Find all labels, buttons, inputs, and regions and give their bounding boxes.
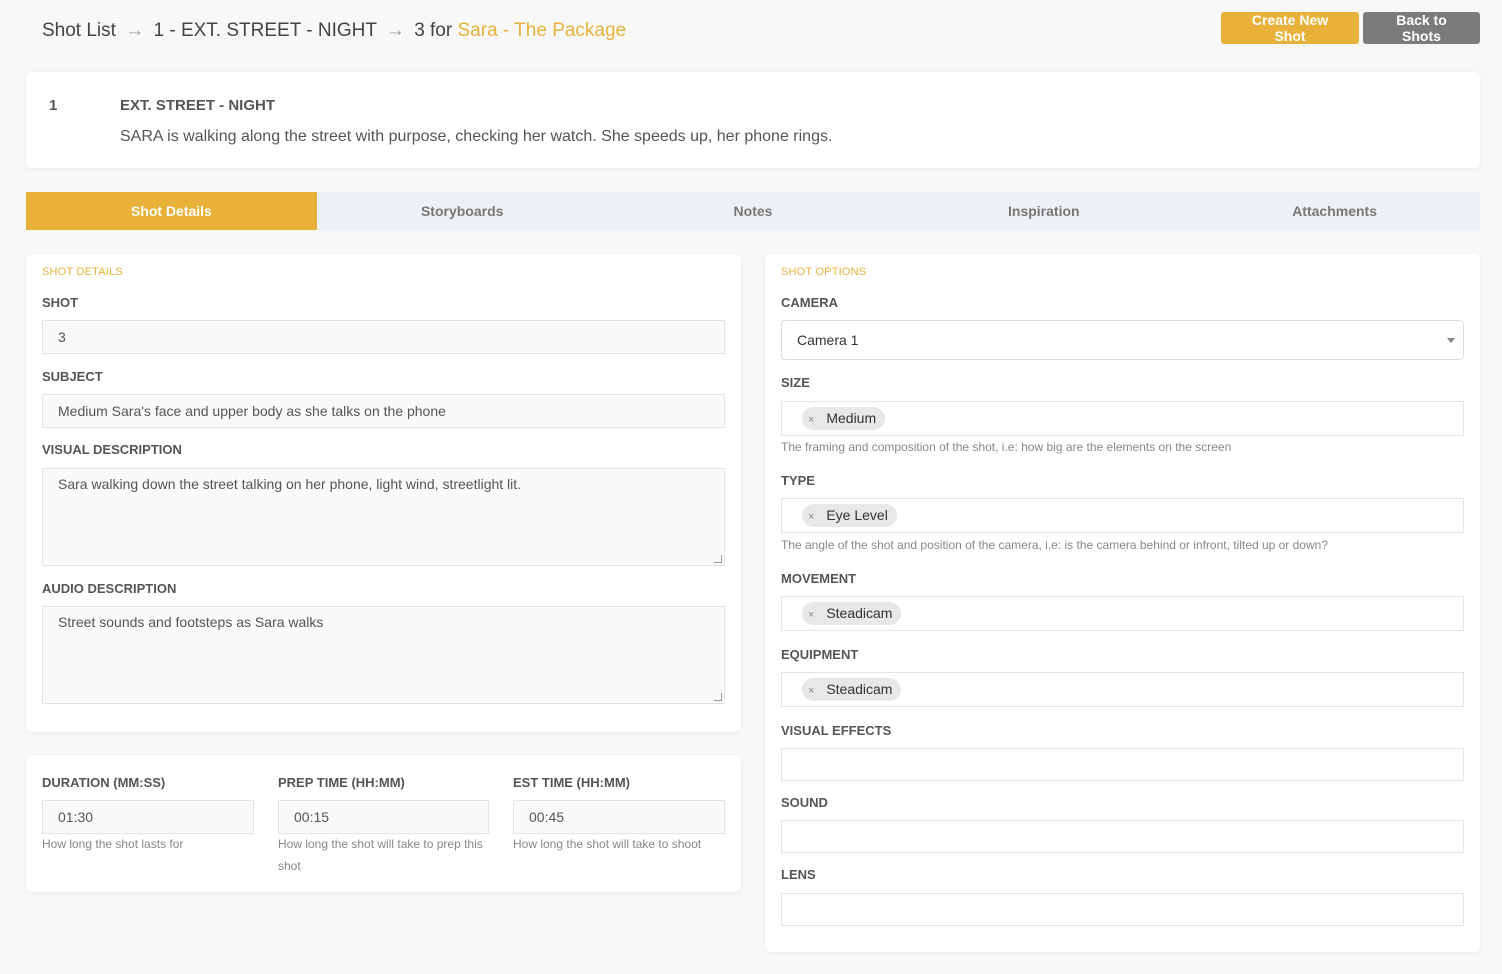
shot-options-panel: SHOT OPTIONS CAMERA Camera 1 SIZE × Medi… xyxy=(765,254,1480,952)
breadcrumb-arrow-icon: → xyxy=(125,20,145,41)
movement-tag-label: Steadicam xyxy=(826,605,893,621)
camera-selected-value: Camera 1 xyxy=(797,332,859,348)
prep-time-input[interactable]: 00:15 xyxy=(278,800,489,834)
duration-label: DURATION (MM:SS) xyxy=(42,775,166,790)
shot-label: SHOT xyxy=(42,295,79,310)
shot-details-panel: SHOT DETAILS SHOT 3 SUBJECT Medium Sara'… xyxy=(26,254,741,732)
duration-input[interactable]: 01:30 xyxy=(42,800,254,834)
camera-label: CAMERA xyxy=(781,295,839,310)
size-multiselect[interactable]: × Medium xyxy=(781,401,1464,436)
breadcrumb: Shot List → 1 - EXT. STREET - NIGHT → 3 … xyxy=(42,20,626,42)
page-header: Shot List → 1 - EXT. STREET - NIGHT → 3 … xyxy=(42,12,1480,52)
audio-description-label: AUDIO DESCRIPTION xyxy=(42,581,177,596)
duration-help: How long the shot lasts for xyxy=(42,837,184,851)
audio-description-text: Street sounds and footsteps as Sara walk… xyxy=(58,614,324,630)
est-time-input[interactable]: 00:45 xyxy=(513,800,725,834)
resize-handle-icon[interactable] xyxy=(714,693,722,701)
est-time-label: EST TIME (HH:MM) xyxy=(513,775,630,790)
visual-effects-input[interactable] xyxy=(781,748,1464,781)
visual-description-label: VISUAL DESCRIPTION xyxy=(42,442,182,457)
type-help: The angle of the shot and position of th… xyxy=(781,538,1328,552)
breadcrumb-arrow-icon: → xyxy=(385,20,405,41)
camera-select[interactable]: Camera 1 xyxy=(781,320,1464,360)
visual-description-text: Sara walking down the street talking on … xyxy=(58,476,522,492)
breadcrumb-shot: 3 for xyxy=(414,20,453,41)
est-time-help: How long the shot will take to shoot xyxy=(513,837,702,851)
sound-input[interactable] xyxy=(781,820,1464,853)
size-tag: × Medium xyxy=(802,407,886,430)
remove-tag-icon[interactable]: × xyxy=(808,414,814,426)
remove-tag-icon[interactable]: × xyxy=(808,511,814,523)
remove-tag-icon[interactable]: × xyxy=(808,685,814,697)
breadcrumb-scene[interactable]: 1 - EXT. STREET - NIGHT xyxy=(154,20,377,41)
size-label: SIZE xyxy=(781,375,810,390)
audio-description-textarea[interactable]: Street sounds and footsteps as Sara walk… xyxy=(42,606,725,704)
visual-effects-label: VISUAL EFFECTS xyxy=(781,723,892,738)
shot-options-title: SHOT OPTIONS xyxy=(781,266,867,278)
equipment-tag-label: Steadicam xyxy=(826,681,893,697)
visual-description-textarea[interactable]: Sara walking down the street talking on … xyxy=(42,468,725,566)
movement-multiselect[interactable]: × Steadicam xyxy=(781,596,1464,631)
type-tag-label: Eye Level xyxy=(826,507,888,523)
lens-input[interactable] xyxy=(781,893,1464,926)
movement-tag: × Steadicam xyxy=(802,602,902,625)
prep-time-help: How long the shot will take to prep this… xyxy=(278,837,483,873)
tab-bar: Shot Details Storyboards Notes Inspirati… xyxy=(26,192,1480,230)
chevron-down-icon xyxy=(1447,338,1455,343)
subject-input[interactable]: Medium Sara's face and upper body as she… xyxy=(42,394,725,428)
tab-shot-details[interactable]: Shot Details xyxy=(26,192,317,230)
equipment-multiselect[interactable]: × Steadicam xyxy=(781,672,1464,707)
timing-panel: DURATION (MM:SS) 01:30 How long the shot… xyxy=(26,756,741,892)
tab-inspiration[interactable]: Inspiration xyxy=(898,192,1189,230)
size-tag-label: Medium xyxy=(826,410,877,426)
shot-details-title: SHOT DETAILS xyxy=(42,266,123,278)
prep-time-label: PREP TIME (HH:MM) xyxy=(278,775,405,790)
type-label: TYPE xyxy=(781,473,815,488)
breadcrumb-root[interactable]: Shot List xyxy=(42,20,116,41)
equipment-tag: × Steadicam xyxy=(802,678,902,701)
movement-label: MOVEMENT xyxy=(781,571,857,586)
subject-label: SUBJECT xyxy=(42,369,103,384)
tab-attachments[interactable]: Attachments xyxy=(1189,192,1480,230)
sound-label: SOUND xyxy=(781,795,828,810)
tab-notes[interactable]: Notes xyxy=(608,192,899,230)
breadcrumb-project[interactable]: Sara - The Package xyxy=(458,20,627,41)
scene-card: 1 EXT. STREET - NIGHT SARA is walking al… xyxy=(26,72,1480,168)
shot-number-input[interactable]: 3 xyxy=(42,320,725,354)
scene-number: 1 xyxy=(49,97,58,114)
type-tag: × Eye Level xyxy=(802,504,897,527)
type-multiselect[interactable]: × Eye Level xyxy=(781,498,1464,533)
tab-storyboards[interactable]: Storyboards xyxy=(317,192,608,230)
scene-description: SARA is walking along the street with pu… xyxy=(120,128,833,145)
remove-tag-icon[interactable]: × xyxy=(808,609,814,621)
lens-label: LENS xyxy=(781,867,816,882)
scene-heading: EXT. STREET - NIGHT xyxy=(120,97,276,114)
equipment-label: EQUIPMENT xyxy=(781,647,859,662)
create-new-shot-button[interactable]: Create New Shot xyxy=(1221,12,1359,44)
resize-handle-icon[interactable] xyxy=(714,555,722,563)
size-help: The framing and composition of the shot,… xyxy=(781,440,1232,454)
back-to-shots-button[interactable]: Back to Shots xyxy=(1363,12,1480,44)
